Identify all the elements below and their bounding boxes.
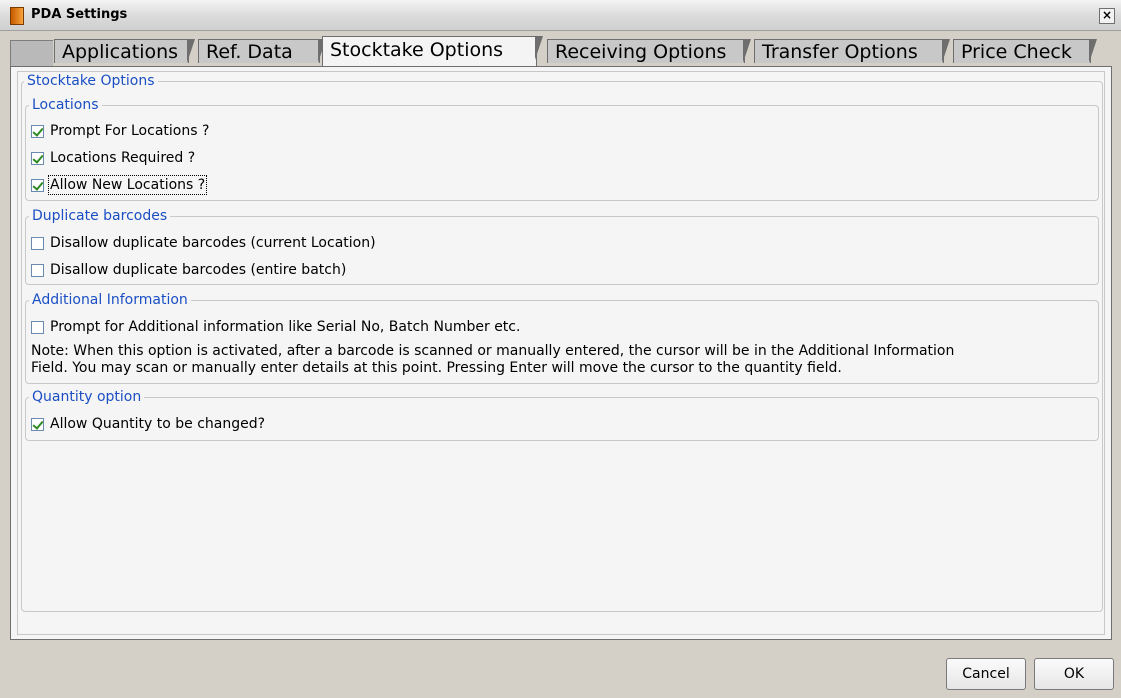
additional-info-note: Note: When this option is activated, aft… (31, 343, 1097, 377)
allow-new-locations-checkbox[interactable]: Allow New Locations ? (31, 175, 208, 195)
checkbox-box[interactable] (31, 320, 44, 334)
close-button[interactable]: × (1099, 8, 1115, 24)
duplicate-barcodes-legend: Duplicate barcodes (29, 208, 171, 224)
prompt-for-locations-checkbox[interactable]: Prompt For Locations ? (31, 122, 209, 140)
panel-inner: Stocktake Options Locations Prompt For L… (17, 71, 1105, 635)
tab-panel-stocktake: Stocktake Options Locations Prompt For L… (10, 66, 1112, 640)
cancel-button[interactable]: Cancel (946, 658, 1026, 690)
tab-strip-left-cap (10, 40, 53, 67)
tab-ref-data[interactable]: Ref. Data (198, 39, 326, 63)
title-bar: PDA Settings × (0, 0, 1121, 31)
locations-legend: Locations (29, 97, 102, 113)
checkbox-box[interactable] (31, 124, 44, 138)
window-title: PDA Settings (31, 7, 128, 22)
note-line-1: Note: When this option is activated, aft… (31, 343, 955, 359)
additional-information-legend: Additional Information (29, 292, 191, 308)
quantity-option-legend: Quantity option (29, 389, 145, 405)
checkbox-box[interactable] (31, 178, 44, 192)
checkbox-box[interactable] (31, 236, 44, 250)
locations-required-checkbox[interactable]: Locations Required ? (31, 149, 195, 167)
disallow-duplicates-location-checkbox[interactable]: Disallow duplicate barcodes (current Loc… (31, 234, 376, 252)
checkbox-label: Disallow duplicate barcodes (entire batc… (50, 262, 347, 278)
checkbox-box[interactable] (31, 263, 44, 277)
note-line-2: Field. You may scan or manually enter de… (31, 360, 842, 376)
tab-strip: Applications Ref. Data Stocktake Options… (10, 36, 1112, 67)
checkbox-box[interactable] (31, 417, 44, 431)
checkbox-label: Locations Required ? (50, 150, 196, 166)
allow-quantity-changed-checkbox[interactable]: Allow Quantity to be changed? (31, 415, 265, 433)
tab-applications[interactable]: Applications (54, 39, 195, 63)
checkbox-label: Prompt For Locations ? (50, 123, 210, 139)
tab-receiving-options[interactable]: Receiving Options (547, 39, 751, 63)
checkbox-label: Disallow duplicate barcodes (current Loc… (50, 235, 376, 251)
tab-stocktake-options[interactable]: Stocktake Options (322, 36, 543, 66)
prompt-additional-info-checkbox[interactable]: Prompt for Additional information like S… (31, 318, 520, 336)
checkbox-box[interactable] (31, 151, 44, 165)
tab-transfer-options[interactable]: Transfer Options (754, 39, 950, 63)
ok-button[interactable]: OK (1034, 658, 1114, 690)
tab-price-check[interactable]: Price Check (953, 39, 1097, 63)
checkbox-label: Prompt for Additional information like S… (50, 319, 521, 335)
app-icon (10, 7, 24, 25)
disallow-duplicates-batch-checkbox[interactable]: Disallow duplicate barcodes (entire batc… (31, 261, 346, 279)
checkbox-label: Allow New Locations ? (47, 175, 208, 195)
stocktake-options-legend: Stocktake Options (24, 73, 158, 89)
pda-settings-window: PDA Settings × Applications Ref. Data St… (0, 0, 1121, 698)
checkbox-label: Allow Quantity to be changed? (50, 416, 266, 432)
